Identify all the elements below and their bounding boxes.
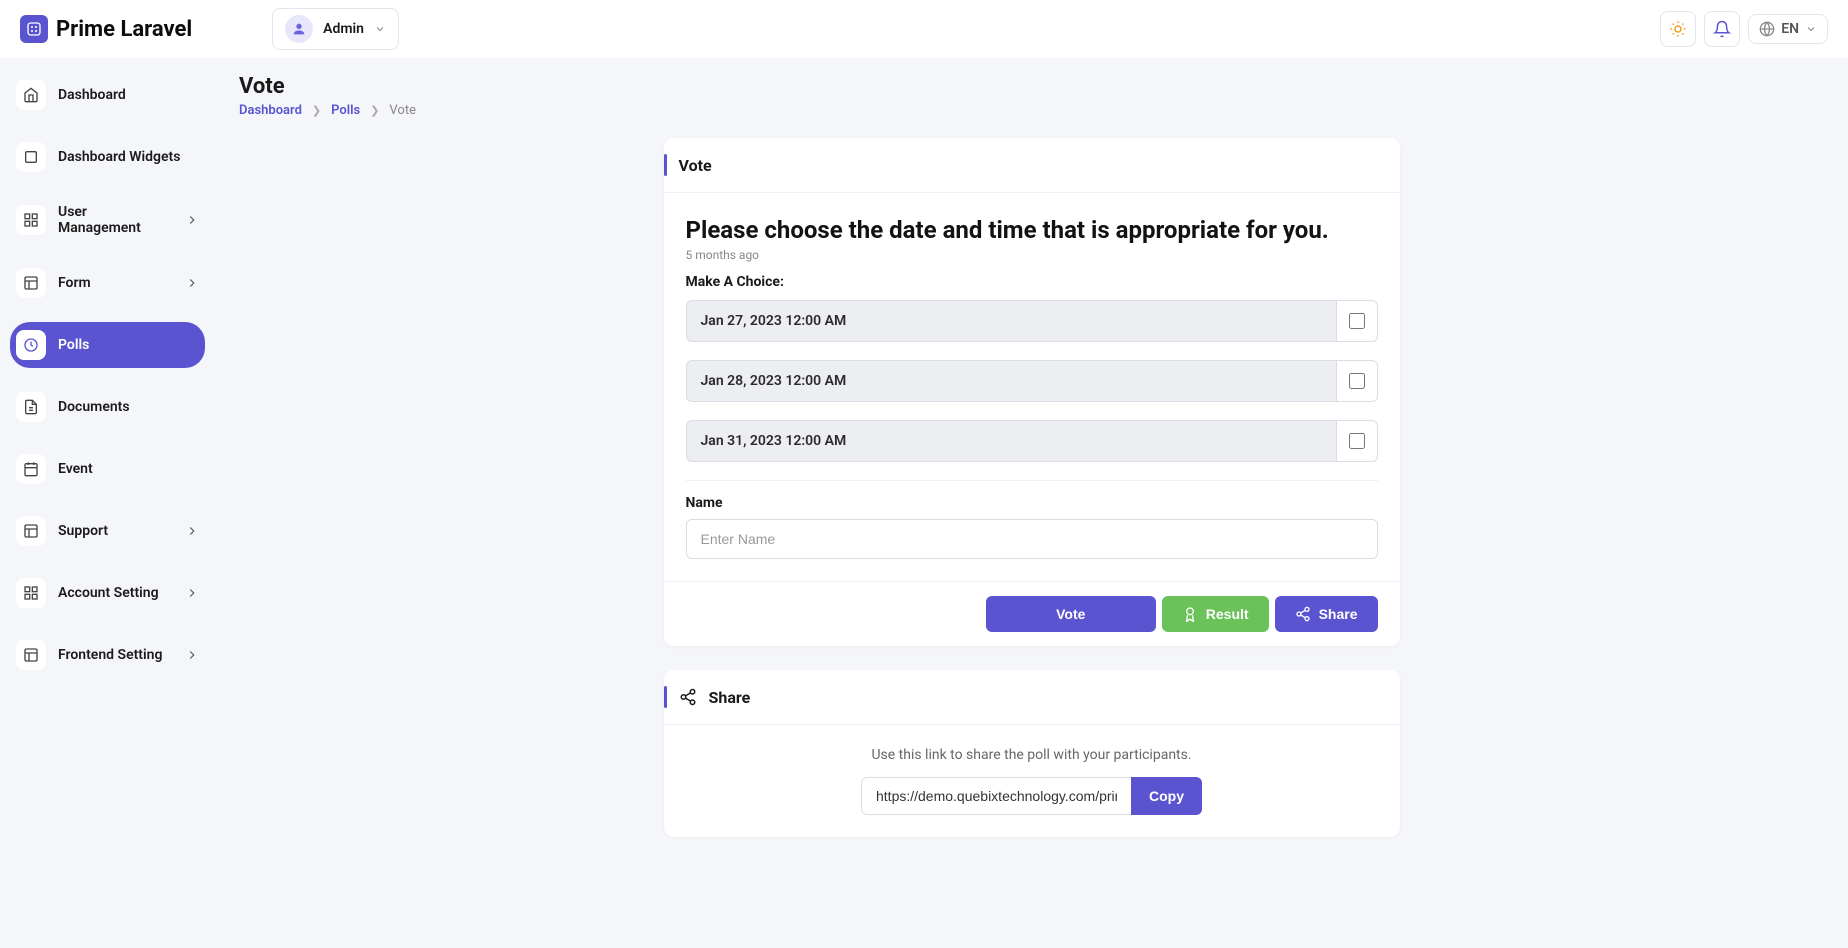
- breadcrumb: Dashboard ❯ Polls ❯ Vote: [239, 103, 1824, 118]
- poll-age: 5 months ago: [686, 248, 1378, 262]
- language-selector[interactable]: EN: [1748, 14, 1828, 44]
- breadcrumb-dashboard[interactable]: Dashboard: [239, 103, 302, 118]
- sidebar-item-label: Frontend Setting: [58, 647, 173, 663]
- user-name: Admin: [323, 21, 364, 37]
- sidebar-item-user-management[interactable]: User Management: [10, 196, 205, 244]
- bell-icon: [1713, 20, 1731, 38]
- make-choice-label: Make A Choice:: [686, 274, 1378, 290]
- choice-label: Jan 28, 2023 12:00 AM: [686, 360, 1336, 402]
- vote-button[interactable]: Vote: [986, 596, 1156, 632]
- chevron-right-icon: [185, 524, 199, 538]
- choice-checkbox[interactable]: [1349, 313, 1365, 329]
- user-menu[interactable]: Admin: [272, 8, 399, 50]
- name-label: Name: [686, 495, 1378, 511]
- share-button[interactable]: Share: [1275, 596, 1378, 632]
- calendar-icon: [16, 454, 46, 484]
- sidebar-item-label: Event: [58, 461, 199, 477]
- result-button[interactable]: Result: [1162, 596, 1269, 632]
- globe-icon: [1759, 21, 1775, 37]
- choice-checkbox[interactable]: [1349, 433, 1365, 449]
- home-icon: [16, 80, 46, 110]
- vote-card-title: Vote: [679, 156, 712, 175]
- sidebar-item-dashboard-widgets[interactable]: Dashboard Widgets: [10, 134, 205, 180]
- sidebar-item-dashboard[interactable]: Dashboard: [10, 72, 205, 118]
- chevron-right-icon: [185, 213, 199, 227]
- sidebar-item-label: Dashboard: [58, 87, 199, 103]
- notifications-button[interactable]: [1704, 11, 1740, 47]
- sidebar-item-frontend-setting[interactable]: Frontend Setting: [10, 632, 205, 678]
- chevron-down-icon: [374, 23, 386, 35]
- share-url-input[interactable]: [861, 777, 1131, 815]
- share-card: Share Use this link to share the poll wi…: [664, 670, 1400, 837]
- choice-row: Jan 31, 2023 12:00 AM: [686, 420, 1378, 462]
- vote-card: Vote Please choose the date and time tha…: [664, 138, 1400, 646]
- layout-icon: [16, 268, 46, 298]
- breadcrumb-polls[interactable]: Polls: [331, 103, 360, 118]
- square-icon: [16, 142, 46, 172]
- award-icon: [1182, 606, 1198, 622]
- grid-icon: [16, 578, 46, 608]
- sidebar-item-event[interactable]: Event: [10, 446, 205, 492]
- sidebar-item-label: Form: [58, 275, 173, 291]
- sidebar-item-documents[interactable]: Documents: [10, 384, 205, 430]
- grid-icon: [16, 205, 46, 235]
- chevron-right-icon: [185, 276, 199, 290]
- language-label: EN: [1781, 21, 1799, 37]
- brand-icon: [20, 15, 48, 43]
- breadcrumb-current: Vote: [389, 103, 416, 118]
- copy-button[interactable]: Copy: [1131, 777, 1202, 815]
- share-icon: [1295, 606, 1311, 622]
- brand-name: Prime Laravel: [56, 17, 192, 42]
- sidebar-item-account-setting[interactable]: Account Setting: [10, 570, 205, 616]
- chevron-down-icon: [1805, 23, 1817, 35]
- polls-icon: [16, 330, 46, 360]
- chevron-right-icon: ❯: [370, 104, 379, 117]
- poll-question: Please choose the date and time that is …: [686, 215, 1378, 246]
- page-title: Vote: [239, 74, 1824, 99]
- layout-icon: [16, 640, 46, 670]
- file-icon: [16, 392, 46, 422]
- choice-checkbox[interactable]: [1349, 373, 1365, 389]
- theme-toggle[interactable]: [1660, 11, 1696, 47]
- sidebar-item-label: Documents: [58, 399, 199, 415]
- choice-row: Jan 27, 2023 12:00 AM: [686, 300, 1378, 342]
- sidebar-item-label: Polls: [58, 337, 199, 353]
- avatar-icon: [285, 15, 313, 43]
- sidebar-item-label: Account Setting: [58, 585, 173, 601]
- sidebar: Dashboard Dashboard Widgets User Managem…: [0, 58, 215, 948]
- sidebar-item-label: Support: [58, 523, 173, 539]
- name-input[interactable]: [686, 519, 1378, 559]
- sidebar-item-support[interactable]: Support: [10, 508, 205, 554]
- choice-label: Jan 31, 2023 12:00 AM: [686, 420, 1336, 462]
- sidebar-item-label: User Management: [58, 204, 173, 236]
- choice-label: Jan 27, 2023 12:00 AM: [686, 300, 1336, 342]
- chevron-right-icon: [185, 586, 199, 600]
- accent-bar: [664, 154, 667, 176]
- sidebar-item-form[interactable]: Form: [10, 260, 205, 306]
- brand-logo[interactable]: Prime Laravel: [20, 15, 192, 43]
- share-hint: Use this link to share the poll with you…: [686, 747, 1378, 763]
- chevron-right-icon: [185, 648, 199, 662]
- sidebar-item-polls[interactable]: Polls: [10, 322, 205, 368]
- choice-row: Jan 28, 2023 12:00 AM: [686, 360, 1378, 402]
- layout-icon: [16, 516, 46, 546]
- accent-bar: [664, 686, 667, 708]
- sidebar-item-label: Dashboard Widgets: [58, 149, 199, 165]
- share-card-title: Share: [709, 688, 751, 707]
- chevron-right-icon: ❯: [312, 104, 321, 117]
- share-icon: [679, 688, 697, 706]
- sun-icon: [1669, 20, 1687, 38]
